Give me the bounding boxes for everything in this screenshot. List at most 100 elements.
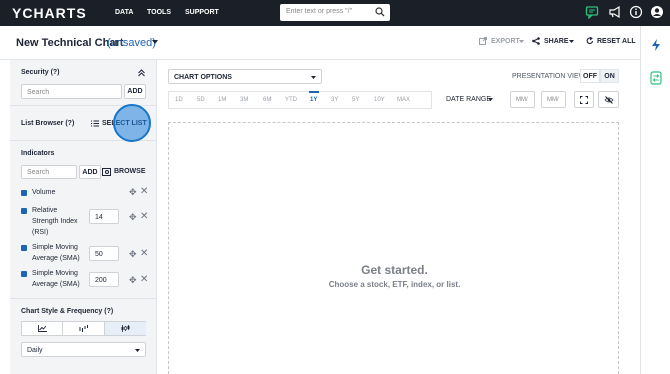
volume-checkbox[interactable] xyxy=(21,190,27,196)
nav-data[interactable]: DATA xyxy=(115,9,133,16)
indicator-add-button[interactable]: ADD xyxy=(79,165,101,179)
browse-button[interactable]: BROWSE xyxy=(114,168,146,175)
timeframe-6m[interactable]: 6M xyxy=(263,97,271,103)
right-tool-strip xyxy=(640,26,670,374)
nav-support[interactable]: SUPPORT xyxy=(185,9,219,16)
security-label: Security (?) xyxy=(21,69,60,76)
search-placeholder: Enter text or press "/" xyxy=(286,8,353,15)
chart-style-label: Chart Style & Frequency (?) xyxy=(21,308,114,315)
chart-options-chevron-icon xyxy=(311,76,316,79)
fullscreen-button[interactable] xyxy=(574,91,594,108)
user-icon[interactable] xyxy=(650,5,664,19)
date-range-button[interactable]: DATE RANGE xyxy=(446,96,491,103)
timeframe-1m[interactable]: 1M xyxy=(218,97,226,103)
indicators-section: Indicators Search ADD BROWSE Volume ✥ ✕ … xyxy=(10,141,157,299)
info-icon[interactable] xyxy=(629,5,643,19)
megaphone-icon[interactable] xyxy=(608,5,622,19)
indicator-search-input[interactable]: Search xyxy=(21,165,77,179)
line-chart-icon xyxy=(38,325,47,332)
indicator-rsi-line3: (RSI) xyxy=(32,229,49,236)
frequency-value: Daily xyxy=(27,347,43,354)
remove-icon[interactable]: ✕ xyxy=(140,248,148,259)
empty-state-title: Get started. xyxy=(361,263,428,277)
chart-style-toggle-group xyxy=(21,321,146,336)
search-icon[interactable] xyxy=(375,7,385,17)
ycharts-logo[interactable]: YCHARTS xyxy=(12,5,87,21)
reset-all-button[interactable]: RESET ALL xyxy=(597,38,636,45)
presentation-off-button[interactable]: OFF xyxy=(580,69,600,83)
empty-state-subtitle: Choose a stock, ETF, index, or list. xyxy=(328,280,461,289)
drag-handle-icon[interactable]: ✥ xyxy=(129,187,137,198)
list-browser-label: List Browser (?) xyxy=(21,120,75,127)
candlestick-style-button[interactable] xyxy=(105,322,146,335)
timeframe-3m[interactable]: 3M xyxy=(240,97,248,103)
presentation-on-button[interactable]: ON xyxy=(600,69,619,83)
indicator-search-placeholder: Search xyxy=(27,169,50,176)
security-add-button[interactable]: ADD xyxy=(124,84,146,99)
eye-slash-icon xyxy=(604,96,614,104)
end-date-input[interactable]: MM/ xyxy=(541,91,566,108)
start-date-placeholder: MM/ xyxy=(516,97,528,103)
active-timeframe-indicator xyxy=(309,91,319,93)
swap-icon[interactable] xyxy=(650,71,662,85)
drag-handle-icon[interactable]: ✥ xyxy=(129,249,137,260)
indicator-volume-label: Volume xyxy=(32,189,56,196)
hide-button[interactable] xyxy=(598,91,619,108)
remove-icon[interactable]: ✕ xyxy=(140,211,148,222)
unsaved-label: (unsaved) xyxy=(107,37,156,49)
timeframe-5d[interactable]: 5D xyxy=(197,97,205,103)
chat-icon[interactable] xyxy=(585,5,599,19)
remove-icon[interactable]: ✕ xyxy=(140,186,148,197)
browse-icon xyxy=(102,168,111,176)
share-chevron-icon xyxy=(569,40,574,43)
line-style-button[interactable] xyxy=(22,322,63,335)
sma-50-checkbox[interactable] xyxy=(21,245,27,251)
security-search-input[interactable]: Search xyxy=(21,84,122,99)
timeframe-5y[interactable]: 5Y xyxy=(352,97,359,103)
start-date-input[interactable]: MM/ xyxy=(510,91,535,108)
global-search-input[interactable]: Enter text or press "/" xyxy=(280,4,390,21)
ohlc-style-button[interactable] xyxy=(63,322,105,335)
timeframe-ytd[interactable]: YTD xyxy=(285,97,297,103)
reset-icon xyxy=(586,37,594,45)
top-navigation-bar: YCHARTS DATA TOOLS SUPPORT Enter text or… xyxy=(0,0,670,26)
rsi-checkbox[interactable] xyxy=(21,208,27,214)
click-highlight-indicator xyxy=(113,104,151,142)
timeframe-1d[interactable]: 1D xyxy=(175,97,183,103)
security-search-placeholder: Search xyxy=(27,89,50,96)
share-icon xyxy=(532,37,540,45)
drag-handle-icon[interactable]: ✥ xyxy=(129,212,137,223)
collapse-chevron-icon[interactable] xyxy=(138,69,145,77)
ohlc-chart-icon xyxy=(79,325,88,332)
security-section: Security (?) Search ADD xyxy=(10,60,157,106)
indicator-sma-line2: Average (SMA) xyxy=(32,255,80,262)
chart-area: Get started. Choose a stock, ETF, index,… xyxy=(168,122,619,374)
indicator-sma-line1: Simple Moving xyxy=(32,270,78,277)
candlestick-chart-icon xyxy=(121,325,130,332)
export-chevron-icon xyxy=(519,40,524,43)
share-button[interactable]: SHARE xyxy=(544,38,569,45)
sma-200-checkbox[interactable] xyxy=(21,271,27,277)
timeframe-bar xyxy=(168,91,432,109)
timeframe-10y[interactable]: 10Y xyxy=(374,97,385,103)
fullscreen-icon xyxy=(580,96,588,104)
frequency-select[interactable]: Daily xyxy=(21,342,146,357)
remove-icon[interactable]: ✕ xyxy=(140,274,148,285)
indicator-sma-line1: Simple Moving xyxy=(32,244,78,251)
frequency-chevron-icon xyxy=(135,349,140,352)
rsi-period-input[interactable]: 14 xyxy=(89,209,119,224)
timeframe-max[interactable]: MAX xyxy=(397,97,410,103)
export-button[interactable]: EXPORT xyxy=(491,38,520,45)
chart-style-section: Chart Style & Frequency (?) Daily xyxy=(10,299,157,374)
nav-tools[interactable]: TOOLS xyxy=(147,9,171,16)
indicator-sma-line2: Average (SMA) xyxy=(32,281,80,288)
title-dropdown-chevron-icon[interactable] xyxy=(152,40,158,45)
timeframe-3y[interactable]: 3Y xyxy=(331,97,338,103)
indicators-label: Indicators xyxy=(21,150,55,157)
timeframe-1y[interactable]: 1Y xyxy=(310,97,317,103)
lightning-icon[interactable] xyxy=(650,38,662,52)
chart-options-select[interactable]: CHART OPTIONS xyxy=(168,69,322,84)
drag-handle-icon[interactable]: ✥ xyxy=(129,275,137,286)
sma-period-input[interactable]: 50 xyxy=(89,246,119,261)
sma-period-input[interactable]: 200 xyxy=(89,272,119,287)
